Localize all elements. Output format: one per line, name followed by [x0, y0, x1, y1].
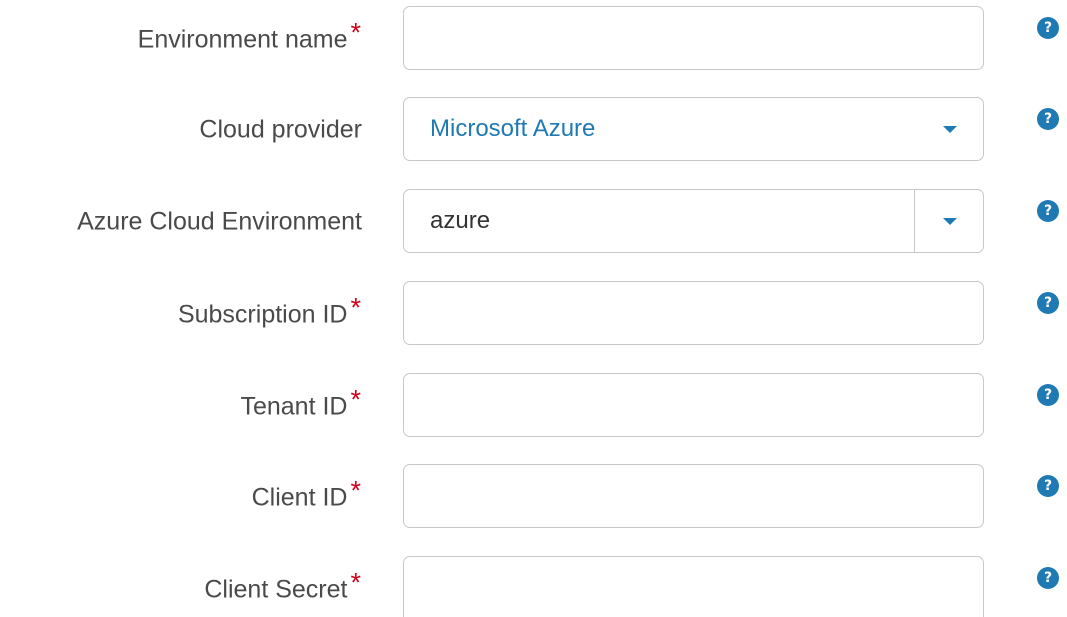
environment-name-row: Environment name * [0, 6, 1067, 72]
help-icon[interactable]: ? [1037, 567, 1059, 589]
tenant-id-input[interactable] [404, 374, 983, 436]
client-secret-label: Client Secret * [204, 567, 361, 604]
azure-cloud-environment-combobox[interactable]: azure [403, 189, 984, 253]
help-icon[interactable]: ? [1037, 200, 1059, 222]
tenant-id-label: Tenant ID * [240, 384, 361, 421]
client-secret-field-box [403, 556, 984, 617]
required-asterisk: * [350, 475, 361, 506]
required-asterisk: * [350, 567, 361, 598]
subscription-id-label: Subscription ID * [177, 292, 361, 329]
client-secret-row: Client Secret * [0, 556, 1067, 617]
help-icon[interactable]: ? [1037, 17, 1059, 39]
client-id-input[interactable] [404, 465, 983, 527]
cloud-provider-label: Cloud provider [199, 115, 362, 144]
chevron-down-icon[interactable] [943, 218, 957, 225]
tenant-id-field-box [403, 373, 984, 437]
required-asterisk: * [350, 17, 361, 48]
chevron-down-icon [943, 126, 957, 133]
cloud-provider-row: Cloud provider Microsoft Azure [0, 97, 1067, 163]
subscription-id-field-box [403, 281, 984, 345]
required-asterisk: * [350, 292, 361, 323]
help-icon[interactable]: ? [1037, 384, 1059, 406]
environment-name-label: Environment name * [137, 17, 361, 54]
help-icon[interactable]: ? [1037, 108, 1059, 130]
tenant-id-row: Tenant ID * [0, 373, 1067, 439]
environment-name-field-box [403, 6, 984, 70]
combobox-divider [914, 190, 915, 252]
help-icon[interactable]: ? [1037, 292, 1059, 314]
azure-cloud-environment-row: Azure Cloud Environment azure [0, 189, 1067, 255]
cloud-provider-select[interactable]: Microsoft Azure [403, 97, 984, 161]
azure-cloud-environment-selected-value: azure [430, 207, 491, 234]
subscription-id-row: Subscription ID * [0, 281, 1067, 347]
client-secret-input[interactable] [404, 557, 983, 617]
subscription-id-input[interactable] [404, 282, 983, 344]
client-id-label: Client ID * [251, 475, 361, 512]
environment-name-input[interactable] [404, 7, 983, 69]
required-asterisk: * [350, 384, 361, 415]
client-id-field-box [403, 464, 984, 528]
cloud-provider-selected-value: Microsoft Azure [430, 115, 596, 142]
client-id-row: Client ID * [0, 464, 1067, 530]
azure-cloud-environment-label: Azure Cloud Environment [77, 207, 362, 236]
azure-environment-form: Environment name * ? Cloud provider Micro… [0, 0, 1067, 617]
help-icon[interactable]: ? [1037, 475, 1059, 497]
